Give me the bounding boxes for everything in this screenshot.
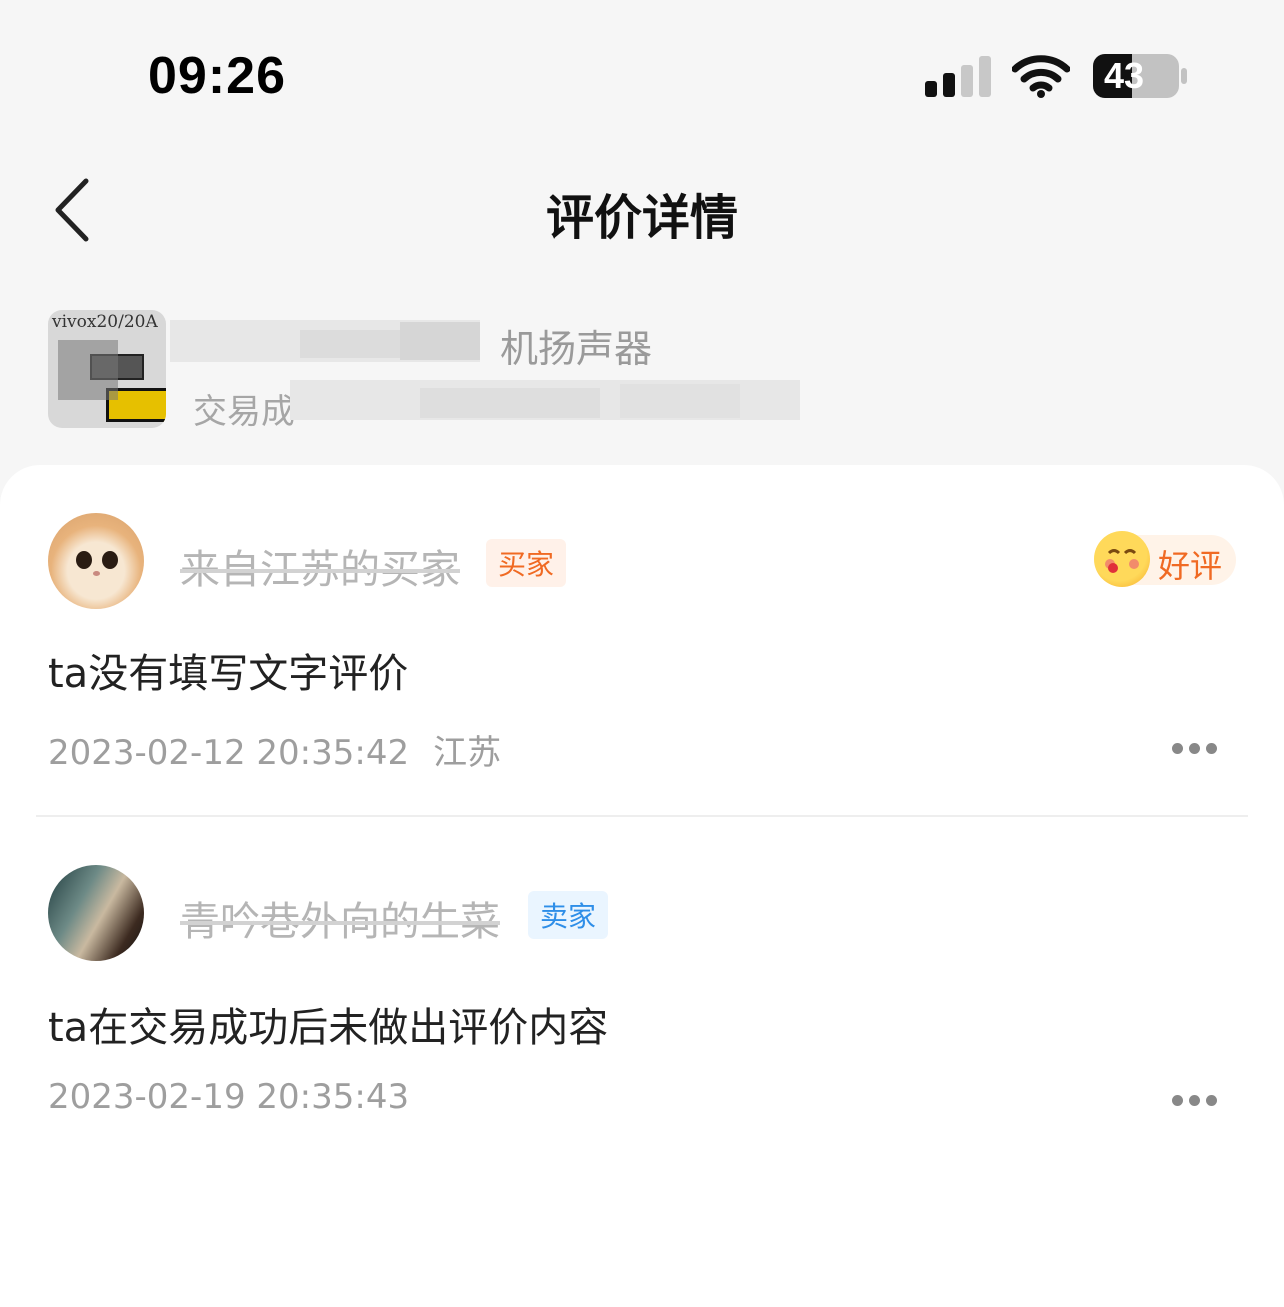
more-dots-icon [1172,1095,1183,1106]
review-meta: 2023-02-12 20:35:42 江苏 [48,725,501,774]
product-title: 机扬声器 [500,327,653,371]
review-content: ta在交易成功后未做出评价内容 [48,1005,609,1051]
reviewer-name[interactable]: 青吟巷外向的生菜 [180,889,500,947]
smile-face-icon [1094,531,1150,587]
product-thumbnail: vivox20/20A [48,310,166,428]
more-options-button[interactable] [1170,1091,1218,1111]
wifi-icon [1012,55,1070,98]
rating-badge: 好评 [1094,531,1236,587]
battery-level: 43 [1104,55,1145,96]
rating-label: 好评 [1158,547,1223,585]
thumbnail-label: vivox20/20A [52,312,158,332]
more-dots-icon [1172,743,1183,754]
reviewer-name[interactable]: 来自江苏的买家 [180,537,460,595]
battery-icon: 43 [1092,53,1188,99]
role-tag-buyer: 买家 [486,539,567,587]
review-content: ta没有填写文字评价 [48,651,409,697]
more-options-button[interactable] [1170,739,1218,759]
status-bar: 09:26 43 [0,0,1284,150]
nav-bar: 评价详情 [0,150,1284,270]
review-region: 江苏 [433,733,502,773]
status-time: 09:26 [148,47,286,105]
avatar[interactable] [48,865,144,961]
review-timestamp: 2023-02-12 20:35:42 [48,733,410,773]
reviews-card: 来自江苏的买家 买家 好评 ta没有填写文字评价 2023-02-12 20:3… [0,465,1284,1307]
avatar[interactable] [48,513,144,609]
review-timestamp: 2023-02-19 20:35:43 [48,1077,410,1117]
product-status: 交易成 [193,392,295,432]
product-summary[interactable]: vivox20/20A 机扬声器 交易成 [0,292,1284,462]
cellular-signal-icon [925,56,991,97]
page-title: 评价详情 [545,190,738,246]
review-meta: 2023-02-19 20:35:43 [48,1077,409,1117]
divider [36,815,1248,817]
role-tag-seller: 卖家 [528,891,609,939]
